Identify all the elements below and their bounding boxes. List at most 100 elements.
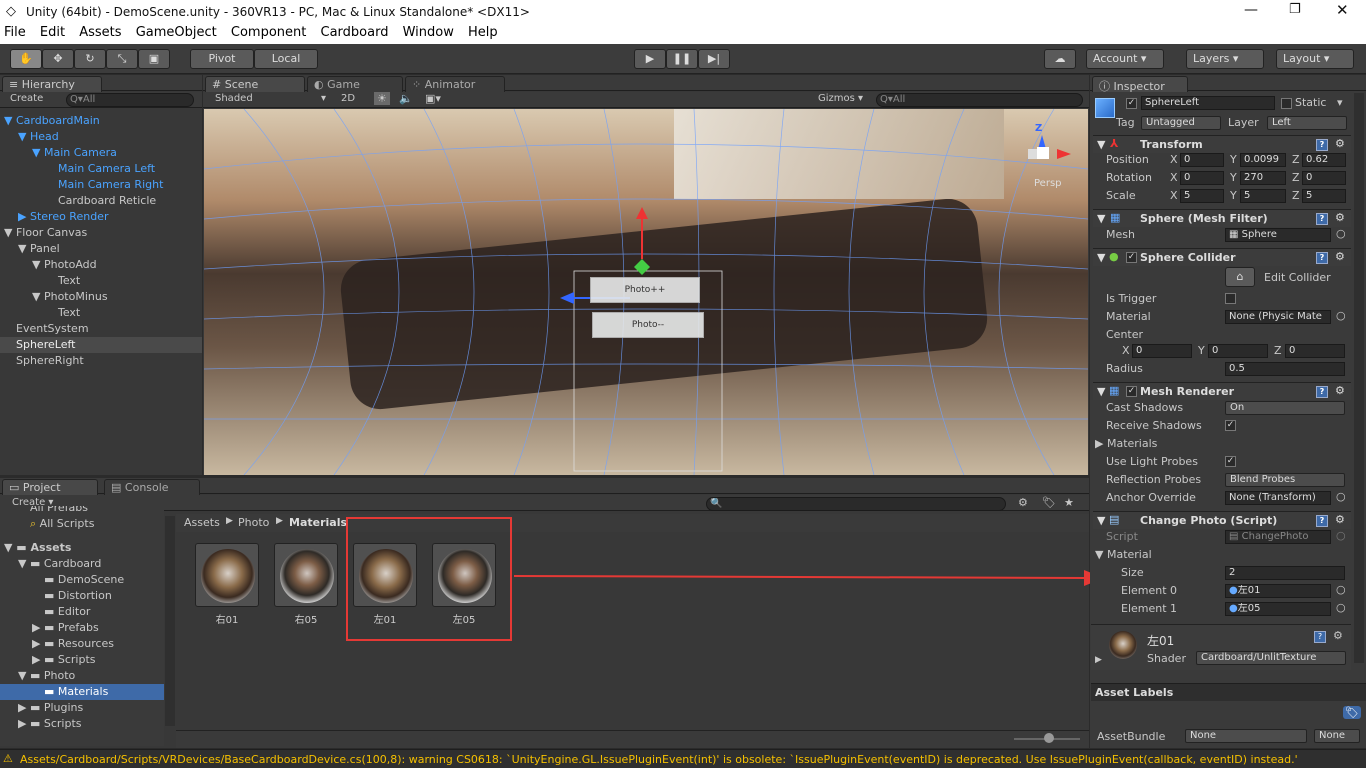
menu-window[interactable]: Window <box>403 24 454 42</box>
layers-dropdown[interactable]: Layers ▾ <box>1186 49 1264 69</box>
account-dropdown[interactable]: Account ▾ <box>1086 49 1164 69</box>
scale-x-field[interactable]: 5 <box>1180 189 1224 203</box>
thumbnail-size-slider-handle[interactable] <box>1044 733 1054 743</box>
hand-tool-icon[interactable]: ✋ <box>10 49 42 69</box>
hierarchy-item[interactable]: Cardboard Reticle <box>0 193 202 209</box>
layer-dropdown[interactable]: Left <box>1267 116 1347 130</box>
material-foldout-icon[interactable]: ▶ <box>1095 655 1102 665</box>
tab-animator[interactable]: ⁘ Animator <box>405 76 505 92</box>
folder-item[interactable]: ▶ ▬ Scripts <box>0 652 164 668</box>
help-icon[interactable]: ? <box>1316 213 1328 225</box>
persp-label[interactable]: Persp <box>1034 178 1062 189</box>
hierarchy-item[interactable]: ▼ CardboardMain <box>0 113 202 129</box>
close-icon[interactable]: ✕ <box>1336 1 1349 19</box>
folder-item[interactable]: ▬ DemoScene <box>0 572 164 588</box>
position-y-field[interactable]: 0.0099 <box>1240 153 1286 167</box>
rotation-x-field[interactable]: 0 <box>1180 171 1224 185</box>
tab-inspector[interactable]: ⓘ Inspector <box>1092 76 1188 93</box>
step-button[interactable]: ▶| <box>698 49 730 69</box>
tag-dropdown[interactable]: Untagged <box>1141 116 1221 130</box>
object-picker-icon[interactable]: ○ <box>1336 309 1346 322</box>
component-gear-icon[interactable]: ⚙ <box>1335 250 1345 263</box>
hierarchy-item[interactable]: ▼ PhotoAdd <box>0 257 202 273</box>
folder-item[interactable]: ▼ ▬ Cardboard <box>0 556 164 572</box>
lighting-toggle-icon[interactable]: ☀ <box>374 92 390 105</box>
favorite-item[interactable]: ⌕ All Scripts <box>0 516 164 532</box>
menu-assets[interactable]: Assets <box>79 24 121 42</box>
element-1-field[interactable]: ●左05 <box>1225 602 1331 616</box>
breadcrumb-item[interactable]: Assets <box>184 516 220 529</box>
static-dropdown-icon[interactable]: ▾ <box>1337 96 1343 109</box>
component-gear-icon[interactable]: ⚙ <box>1335 137 1345 150</box>
filter-by-label-icon[interactable]: 🏷 <box>1042 496 1056 509</box>
hierarchy-item[interactable]: ▼ Main Camera <box>0 145 202 161</box>
folder-item[interactable]: ▶ ▬ Resources <box>0 636 164 652</box>
folder-assets[interactable]: ▼ ▬ Assets <box>0 540 164 556</box>
help-icon[interactable]: ? <box>1316 515 1328 527</box>
cloud-icon[interactable]: ☁ <box>1044 49 1076 69</box>
favorite-star-icon[interactable]: ★ <box>1064 496 1074 509</box>
hierarchy-create-button[interactable]: Create <box>10 93 43 104</box>
scale-y-field[interactable]: 5 <box>1240 189 1286 203</box>
active-checkbox[interactable]: ✓ <box>1126 98 1137 109</box>
hierarchy-item[interactable]: Text <box>0 273 202 289</box>
scene-search-input[interactable]: Q▾All <box>876 93 1083 107</box>
component-gear-icon[interactable]: ⚙ <box>1335 211 1345 224</box>
shader-dropdown[interactable]: Cardboard/UnlitTexture <box>1196 651 1346 665</box>
collider-enabled-checkbox[interactable]: ✓ <box>1126 252 1137 263</box>
help-icon[interactable]: ? <box>1316 252 1328 264</box>
tab-game[interactable]: ◐ Game <box>307 76 403 92</box>
breadcrumb-item[interactable]: Photo <box>238 516 269 529</box>
light-probes-checkbox[interactable]: ✓ <box>1225 456 1236 467</box>
hierarchy-item[interactable]: ▼ Floor Canvas <box>0 225 202 241</box>
anchor-override-field[interactable]: None (Transform) <box>1225 491 1331 505</box>
hierarchy-item[interactable]: ▼ Panel <box>0 241 202 257</box>
help-icon[interactable]: ? <box>1316 139 1328 151</box>
renderer-enabled-checkbox[interactable]: ✓ <box>1126 386 1137 397</box>
hierarchy-item[interactable]: Main Camera Left <box>0 161 202 177</box>
layout-dropdown[interactable]: Layout ▾ <box>1276 49 1354 69</box>
size-field[interactable]: 2 <box>1225 566 1345 580</box>
scale-tool-icon[interactable]: ⤡ <box>106 49 138 69</box>
play-button[interactable]: ▶ <box>634 49 666 69</box>
hierarchy-item[interactable]: ▼ Head <box>0 129 202 145</box>
status-bar[interactable]: ⚠ Assets/Cardboard/Scripts/VRDevices/Bas… <box>0 749 1366 768</box>
restore-icon[interactable]: ❐ <box>1289 2 1301 17</box>
help-icon[interactable]: ? <box>1314 631 1326 643</box>
position-z-field[interactable]: 0.62 <box>1302 153 1346 167</box>
object-picker-icon[interactable]: ○ <box>1336 601 1346 614</box>
hierarchy-item[interactable]: Main Camera Right <box>0 177 202 193</box>
audio-toggle-icon[interactable]: 🔈 <box>399 92 413 105</box>
mesh-renderer-header[interactable]: ▼ ▦ ✓ Mesh Renderer ? ⚙ <box>1093 382 1351 400</box>
hierarchy-item[interactable]: SphereRight <box>0 353 202 369</box>
photo-plus-button[interactable]: Photo++ <box>590 277 700 303</box>
minimize-icon[interactable]: — <box>1244 2 1258 18</box>
tab-hierarchy[interactable]: ≡ Hierarchy <box>2 76 102 92</box>
menu-gameobject[interactable]: GameObject <box>136 24 217 42</box>
edit-collider-button[interactable]: ⌂ <box>1225 267 1255 287</box>
materials-foldout[interactable]: ▶ Materials <box>1095 437 1157 450</box>
center-y-field[interactable]: 0 <box>1208 344 1268 358</box>
component-gear-icon[interactable]: ⚙ <box>1335 384 1345 397</box>
center-z-field[interactable]: 0 <box>1285 344 1345 358</box>
gizmos-dropdown[interactable]: Gizmos ▾ <box>818 93 863 104</box>
filter-by-type-icon[interactable]: ⚙ <box>1018 496 1028 509</box>
position-x-field[interactable]: 0 <box>1180 153 1224 167</box>
material-asset-thumb[interactable] <box>195 543 259 607</box>
favorite-item[interactable]: All Prefabs <box>0 506 164 516</box>
inspector-scrollbar[interactable] <box>1354 93 1364 663</box>
tab-console[interactable]: ▤ Console <box>104 479 200 495</box>
component-gear-icon[interactable]: ⚙ <box>1333 629 1343 642</box>
center-x-field[interactable]: 0 <box>1132 344 1192 358</box>
help-icon[interactable]: ? <box>1316 386 1328 398</box>
scene-viewport[interactable]: Photo++ Photo-- Z Persp <box>204 109 1088 475</box>
static-checkbox[interactable] <box>1281 98 1292 109</box>
shading-mode-dropdown[interactable]: Shaded ▾ <box>215 93 327 104</box>
change-photo-script-header[interactable]: ▼ ▤ Change Photo (Script) ? ⚙ <box>1093 511 1351 529</box>
folder-item[interactable]: ▬ Distortion <box>0 588 164 604</box>
move-tool-icon[interactable]: ✥ <box>42 49 74 69</box>
hierarchy-search-input[interactable]: Q▾All <box>66 93 194 107</box>
transform-header[interactable]: ▼ ⅄ Transform ? ⚙ <box>1093 135 1351 153</box>
menu-file[interactable]: File <box>4 24 26 42</box>
gameobject-name-field[interactable]: SphereLeft <box>1141 96 1275 110</box>
